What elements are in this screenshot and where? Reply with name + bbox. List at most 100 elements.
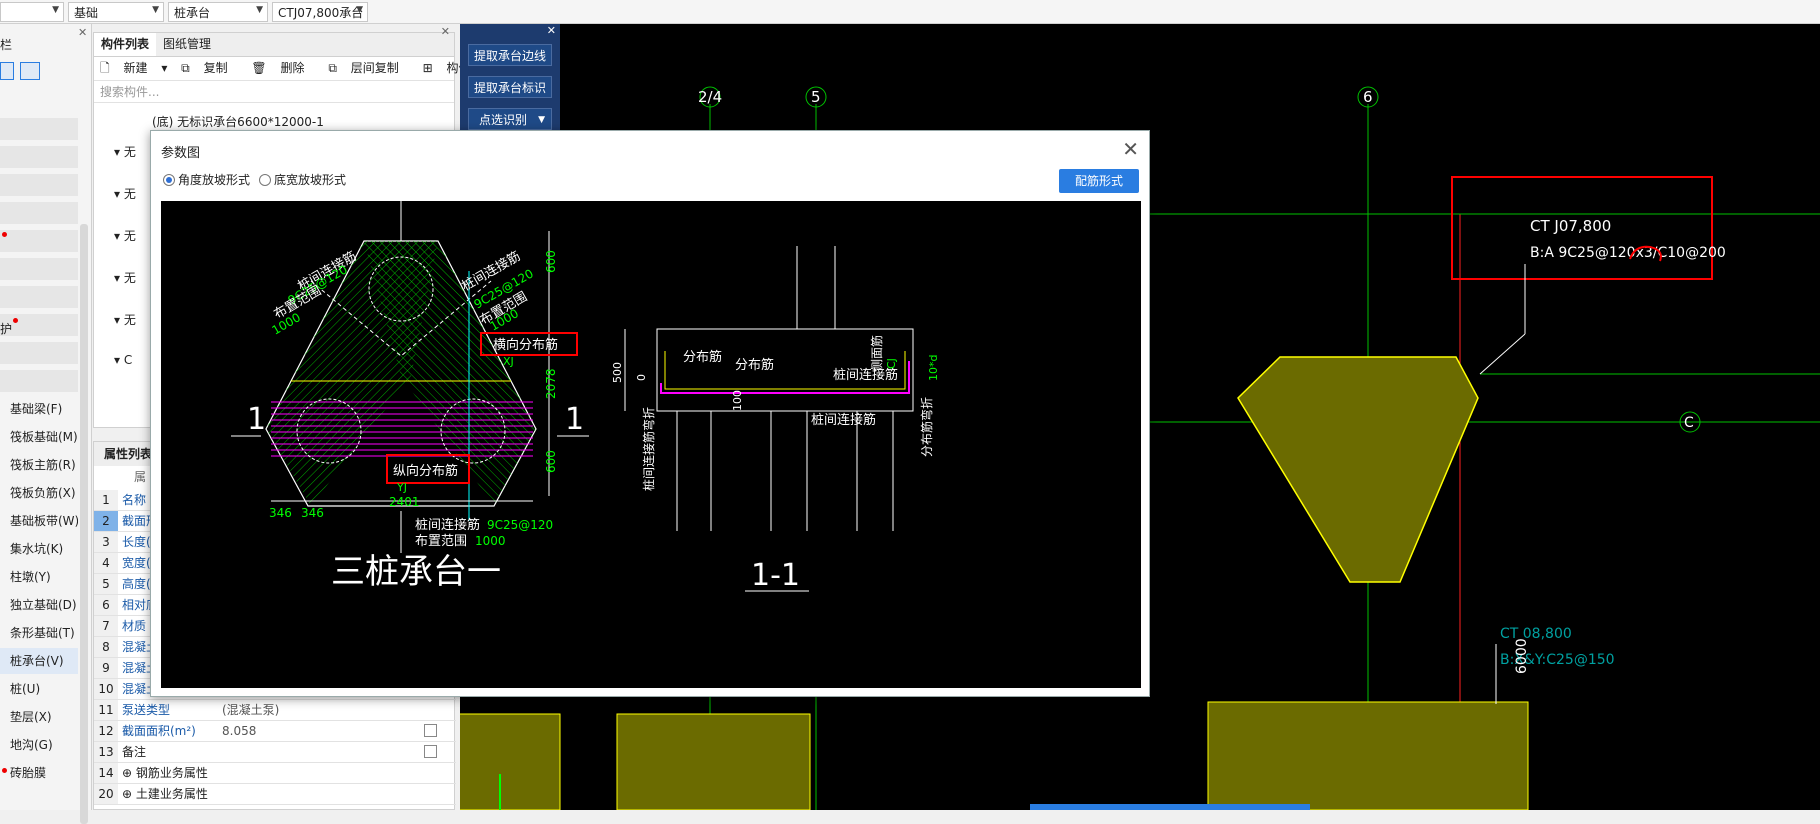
new-button[interactable]: 🗋 新建 ▾	[100, 61, 167, 75]
prop-key: 名称	[122, 493, 147, 507]
dim-2401: 2401	[389, 495, 420, 509]
nav-item-isolated-foundation[interactable]: 独立基础(D)	[0, 592, 78, 618]
expand-icon[interactable]: ⊕	[122, 766, 132, 780]
floor-copy-icon: ⧉	[328, 61, 337, 75]
table-row[interactable]: 12 截面面积(m²) 8.058	[94, 721, 456, 742]
tree-node[interactable]: ▾ 无	[114, 269, 136, 286]
table-row[interactable]: 20 ⊕ 土建业务属性	[94, 784, 456, 805]
pile-cap-shape[interactable]	[1237, 356, 1479, 583]
copy-button[interactable]: ⧉ 复制	[181, 61, 237, 75]
tree-node[interactable]: ▾ 无	[114, 185, 136, 202]
top-toolbar: ▼ 基础 ▼ 桩承台 ▼ CTJ07,800承台 ▼	[0, 0, 1820, 24]
pile-cap-shape[interactable]	[616, 713, 811, 810]
dim-100: 100	[731, 390, 744, 411]
radio-angle-slope[interactable]: 角度放坡形式	[163, 171, 250, 188]
tree-node[interactable]: ▾ 无	[114, 143, 136, 160]
nav-item-raft-main-rebar[interactable]: 筏板主筋(R)	[0, 452, 78, 478]
label-xj: XJ	[503, 355, 514, 368]
nav-item-cushion[interactable]: 垫层(X)	[0, 704, 78, 730]
axis-label-c: C	[1684, 415, 1694, 431]
checkbox[interactable]	[424, 745, 437, 758]
axis-label-2-4: 2/4	[698, 88, 722, 106]
pile-cap-shape[interactable]	[460, 713, 561, 810]
prop-value[interactable]: (混凝土泵)	[222, 700, 279, 720]
table-row[interactable]: 11 泵送类型 (混凝土泵)	[94, 700, 456, 721]
nav-item-pile-cap[interactable]: 桩承台(V)	[0, 648, 78, 674]
label-bend-left: 桩间连接筋弯折	[641, 407, 656, 491]
nav-item-pile[interactable]: 桩(U)	[0, 676, 78, 702]
radio-base-label: 底宽放坡形式	[274, 173, 347, 187]
label-bottom-range: 布置范围	[415, 534, 467, 549]
nav-bar[interactable]	[0, 258, 78, 280]
dropdown-component[interactable]: CTJ07,800承台 ▼	[272, 2, 368, 22]
radio-checked-icon	[163, 174, 175, 186]
nav-item-foundation-strip[interactable]: 基础板带(W)	[0, 508, 78, 534]
prop-key: ⊕ 土建业务属性	[122, 784, 208, 804]
nav-bar[interactable]	[0, 146, 78, 168]
magenta-bars	[271, 401, 533, 461]
axis-label-5: 5	[811, 88, 821, 106]
nav-item-raft-neg-rebar[interactable]: 筏板负筋(X)	[0, 480, 78, 506]
tree-node-label: C	[123, 353, 133, 367]
table-row[interactable]: 14 ⊕ 钢筋业务属性	[94, 763, 456, 784]
nav-item-foundation-beam[interactable]: 基础梁(F)	[0, 396, 78, 422]
label-bottom-conn: 桩间连接筋	[415, 517, 480, 533]
label-10d: 10*d	[927, 355, 940, 381]
nav-bar[interactable]	[0, 286, 78, 308]
rebar-form-button[interactable]: 配筋形式	[1059, 169, 1139, 193]
nav-scrollbar[interactable]	[80, 224, 88, 824]
close-icon[interactable]: ✕	[547, 24, 556, 37]
tree-node-label: 无	[123, 271, 136, 285]
floor-copy-button[interactable]: ⧉ 层间复制	[328, 61, 408, 75]
copy-icon: ⧉	[181, 61, 190, 75]
close-icon[interactable]: ✕	[1122, 137, 1139, 161]
nav-bar[interactable]	[0, 230, 78, 252]
point-recognize-button[interactable]: 点选识别 ▼	[468, 108, 552, 130]
row-number: 10	[94, 679, 118, 699]
tree-node[interactable]: ▾ 无	[114, 311, 136, 328]
nav-item-strip-foundation[interactable]: 条形基础(T)	[0, 620, 78, 646]
extract-cap-edge-button[interactable]: 提取承台边线	[468, 44, 552, 66]
extract-cap-mark-button[interactable]: 提取承台标识	[468, 76, 552, 98]
checkbox[interactable]	[424, 724, 437, 737]
list-view-icon[interactable]	[0, 62, 14, 80]
nav-item-trench[interactable]: 地沟(G)	[0, 732, 78, 758]
label-cj: CJ	[885, 358, 898, 369]
tree-node-label: 无	[123, 229, 136, 243]
tab-component-list[interactable]: 构件列表	[94, 33, 157, 56]
dropdown-category[interactable]: 基础 ▼	[68, 2, 164, 22]
radio-base-width-slope[interactable]: 底宽放坡形式	[259, 171, 346, 188]
nav-bar[interactable]	[0, 370, 78, 392]
tab-drawing-manage[interactable]: 图纸管理	[156, 33, 218, 56]
nav-bar[interactable]	[0, 174, 78, 196]
dropdown-floor[interactable]: ▼	[0, 2, 64, 22]
cap-label-3: CT 08,800	[1500, 626, 1572, 642]
expand-icon[interactable]: ⊕	[122, 787, 132, 801]
tree-item-top[interactable]: (底) 无标识承台6600*12000-1	[152, 113, 324, 130]
label-side-rebar: 侧面筋	[869, 335, 884, 371]
tree-node[interactable]: ▾ 无	[114, 227, 136, 244]
table-row[interactable]: 13 备注	[94, 742, 456, 763]
pile-cap-shape[interactable]	[1207, 701, 1529, 810]
dialog-title: 参数图	[161, 146, 201, 161]
nav-bar[interactable]	[0, 342, 78, 364]
parameter-dialog: 参数图 ✕ 角度放坡形式 底宽放坡形式 配筋形式 600 2078 600 24…	[150, 130, 1150, 697]
detail-view-icon[interactable]	[20, 62, 40, 80]
row-number: 2	[94, 511, 118, 531]
row-number: 12	[94, 721, 118, 741]
new-label: 新建	[123, 61, 148, 75]
nav-item-brick-mold[interactable]: 砖胎膜	[0, 760, 78, 786]
nav-item-raft-foundation[interactable]: 筏板基础(M)	[0, 424, 78, 450]
search-input[interactable]: 搜索构件...	[94, 81, 454, 103]
close-icon[interactable]: ✕	[78, 26, 87, 39]
prop-key: 宽度(	[122, 556, 151, 570]
delete-button[interactable]: 🗑 删除	[251, 61, 314, 75]
tree-node[interactable]: ▾ C	[114, 353, 132, 367]
nav-bar[interactable]	[0, 202, 78, 224]
close-icon[interactable]: ✕	[441, 25, 450, 38]
nav-item-column-pier[interactable]: 柱墩(Y)	[0, 564, 78, 590]
nav-item-sump[interactable]: 集水坑(K)	[0, 536, 78, 562]
dropdown-type[interactable]: 桩承台 ▼	[168, 2, 268, 22]
nav-bar[interactable]	[0, 118, 78, 140]
row-number: 5	[94, 574, 118, 594]
